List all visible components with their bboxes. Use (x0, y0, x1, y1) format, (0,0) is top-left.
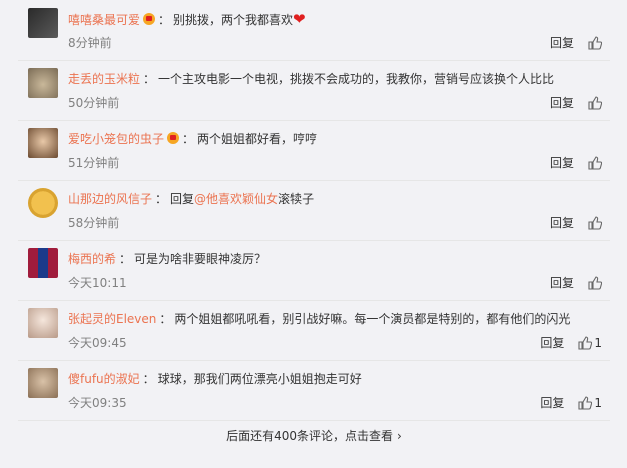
like-button[interactable]: 1 (578, 396, 602, 410)
reply-button[interactable]: 回复 (550, 34, 574, 51)
avatar[interactable] (28, 308, 58, 338)
thumbs-up-icon (578, 335, 593, 350)
avatar[interactable] (28, 368, 58, 398)
vip-badge-icon (167, 132, 180, 144)
load-more-label: 后面还有400条评论，点击查看 (226, 429, 394, 443)
colon: ： (155, 192, 168, 206)
comment-actions: 回复 (550, 34, 602, 51)
colon: ： (159, 312, 172, 326)
colon: ： (142, 372, 155, 386)
colon: ： (158, 13, 171, 27)
thumbs-up-icon (588, 155, 602, 170)
comment-item: 山那边的风信子：回复@他喜欢颖仙女滚犊子 58分钟前 回复 (18, 180, 610, 241)
comment-username[interactable]: 张起灵的Eleven (68, 312, 156, 326)
heart-icon: ❤ (293, 10, 306, 28)
reply-button[interactable]: 回复 (540, 394, 564, 411)
like-count: 1 (594, 395, 602, 410)
avatar[interactable] (28, 188, 58, 218)
comment-actions: 回复 1 (540, 394, 602, 411)
comment-time: 58分钟前 (68, 216, 120, 230)
comment-line: 爱吃小笼包的虫子 ：两个姐姐都好看，哼哼 (68, 130, 600, 148)
comment-text: 两个姐姐都好看，哼哼 (197, 132, 318, 146)
thumbs-up-icon (588, 35, 602, 50)
comment-time: 今天09:35 (68, 396, 127, 410)
comment-time: 50分钟前 (68, 96, 120, 110)
comment-username[interactable]: 山那边的风信子 (68, 192, 152, 206)
comment-item: 嘻嘻桑最可爱 ：别挑拨，两个我都喜欢❤ 8分钟前 回复 (18, 0, 610, 61)
like-button[interactable] (588, 275, 602, 290)
comment-username[interactable]: 嘻嘻桑最可爱 (68, 13, 140, 27)
comment-text: 球球，那我们两位漂亮小姐姐抱走可好 (157, 372, 362, 386)
comment-item: 爱吃小笼包的虫子 ：两个姐姐都好看，哼哼 51分钟前 回复 (18, 120, 610, 181)
comment-line: 傻fufu的淑妃：球球，那我们两位漂亮小姐姐抱走可好 (68, 370, 600, 388)
like-button[interactable] (588, 35, 602, 50)
avatar[interactable] (28, 248, 58, 278)
colon: ： (182, 132, 195, 146)
colon: ： (119, 252, 132, 266)
comment-actions: 回复 (550, 154, 602, 171)
colon: ： (143, 72, 156, 86)
like-button[interactable] (588, 215, 602, 230)
comment-username[interactable]: 走丢的玉米粒 (68, 72, 140, 86)
comment-username[interactable]: 爱吃小笼包的虫子 (68, 132, 164, 146)
comment-item: 走丢的玉米粒：一个主攻电影一个电视，挑拨不会成功的，我教你，营销号应该换个人比比… (18, 60, 610, 121)
avatar[interactable] (28, 128, 58, 158)
thumbs-up-icon (588, 215, 602, 230)
thumbs-up-icon (588, 275, 602, 290)
reply-button[interactable]: 回复 (540, 334, 564, 351)
comment-actions: 回复 (550, 214, 602, 231)
vip-badge-icon (143, 13, 156, 25)
thumbs-up-icon (588, 95, 602, 110)
chevron-right-icon: › (397, 429, 402, 443)
reply-button[interactable]: 回复 (550, 214, 574, 231)
like-button[interactable]: 1 (578, 336, 602, 350)
like-count: 1 (594, 335, 602, 350)
like-button[interactable] (588, 95, 602, 110)
comment-text: 一个主攻电影一个电视，挑拨不会成功的，我教你，营销号应该换个人比比 (158, 72, 555, 86)
comment-time: 8分钟前 (68, 36, 112, 50)
reply-button[interactable]: 回复 (550, 154, 574, 171)
load-more-link[interactable]: 后面还有400条评论，点击查看 › (18, 420, 610, 452)
comment-time: 今天10:11 (68, 276, 127, 290)
mention-link[interactable]: @他喜欢颖仙女 (194, 192, 278, 206)
reply-button[interactable]: 回复 (550, 94, 574, 111)
comment-reply-prefix: 回复 (170, 192, 195, 206)
comment-actions: 回复 1 (540, 334, 602, 351)
comment-text: 滚犊子 (278, 192, 315, 206)
like-button[interactable] (588, 155, 602, 170)
comment-line: 走丢的玉米粒：一个主攻电影一个电视，挑拨不会成功的，我教你，营销号应该换个人比比 (68, 70, 600, 88)
comment-username[interactable]: 梅西的希 (68, 252, 116, 266)
avatar[interactable] (28, 8, 58, 38)
comment-line: 嘻嘻桑最可爱 ：别挑拨，两个我都喜欢❤ (68, 10, 600, 29)
comment-actions: 回复 (550, 274, 602, 291)
comment-time: 今天09:45 (68, 336, 127, 350)
comment-item: 张起灵的Eleven：两个姐姐都吼吼看，别引战好嘛。每一个演员都是特别的，都有他… (18, 300, 610, 361)
comment-line: 张起灵的Eleven：两个姐姐都吼吼看，别引战好嘛。每一个演员都是特别的，都有他… (68, 310, 600, 328)
comment-text: 别挑拨，两个我都喜欢 (173, 13, 294, 27)
comment-actions: 回复 (550, 94, 602, 111)
comment-text: 可是为啥非要眼神凌厉？ (134, 252, 267, 266)
reply-button[interactable]: 回复 (550, 274, 574, 291)
comment-line: 山那边的风信子：回复@他喜欢颖仙女滚犊子 (68, 190, 600, 208)
comment-line: 梅西的希：可是为啥非要眼神凌厉？ (68, 250, 600, 268)
comment-time: 51分钟前 (68, 156, 120, 170)
comment-text: 两个姐姐都吼吼看，别引战好嘛。每一个演员都是特别的，都有他们的闪光 (174, 312, 571, 326)
avatar[interactable] (28, 68, 58, 98)
comment-item: 傻fufu的淑妃：球球，那我们两位漂亮小姐姐抱走可好 今天09:35 回复 1 (18, 360, 610, 421)
thumbs-up-icon (578, 395, 593, 410)
comment-username[interactable]: 傻fufu的淑妃 (68, 372, 140, 386)
comment-item: 梅西的希：可是为啥非要眼神凌厉？ 今天10:11 回复 (18, 240, 610, 301)
